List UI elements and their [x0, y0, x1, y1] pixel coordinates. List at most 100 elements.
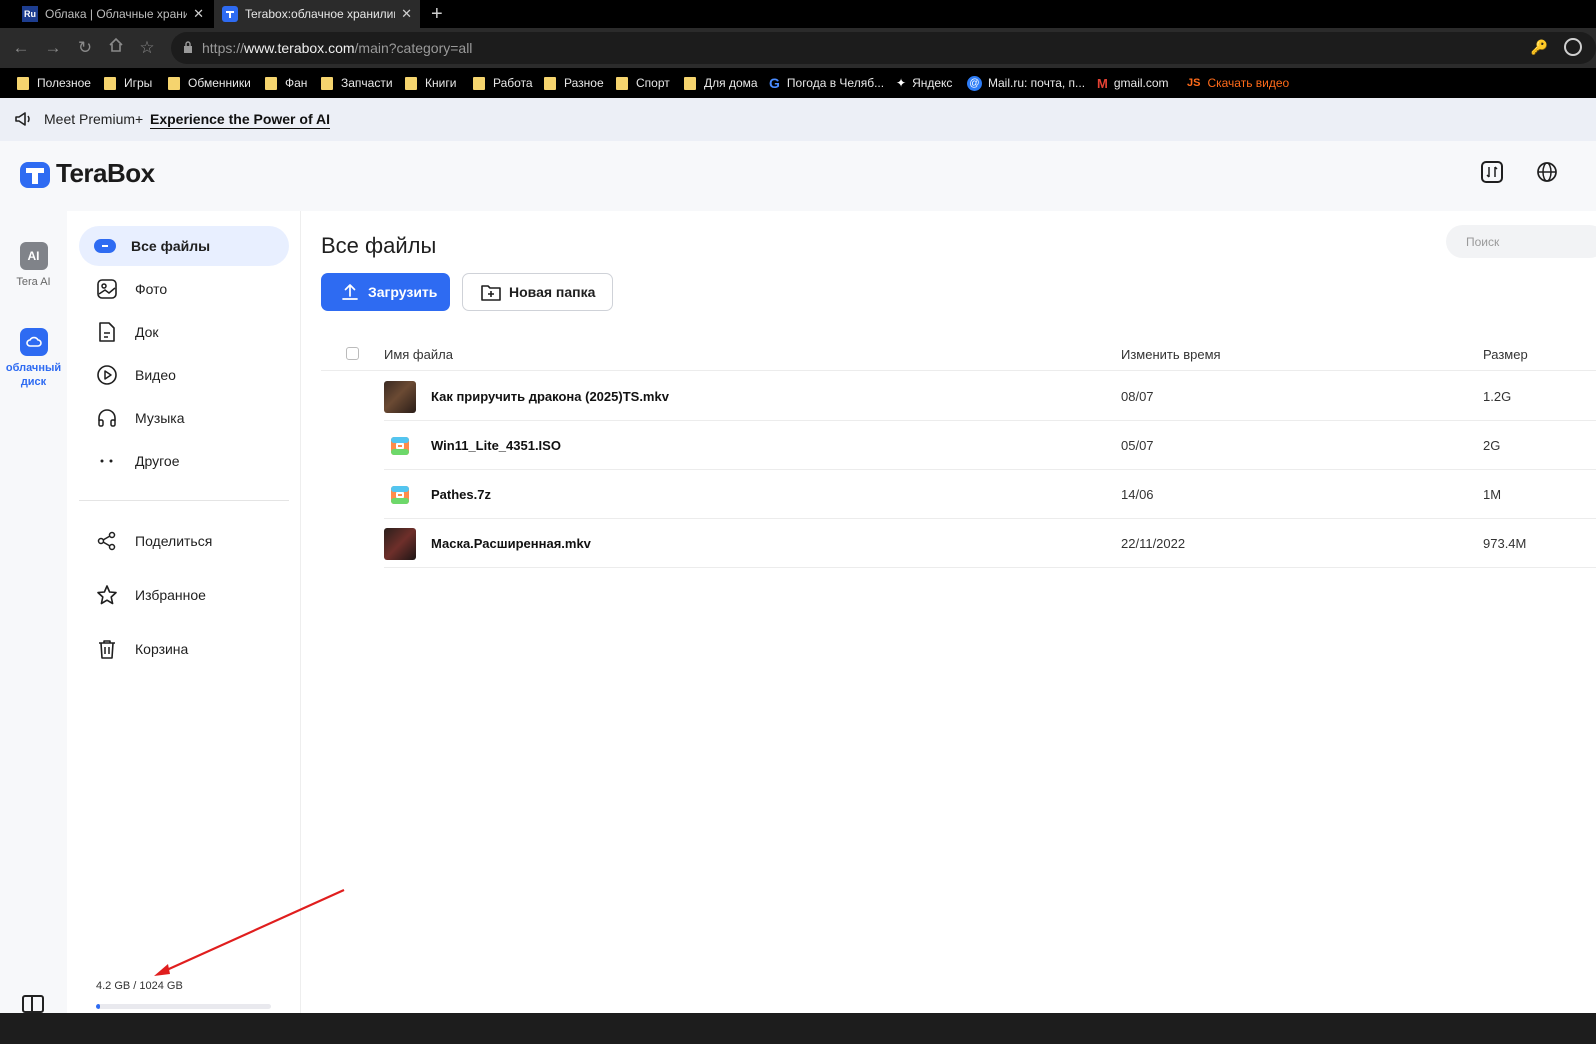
bookmark-gmail[interactable]: Mgmail.com	[1097, 74, 1169, 92]
folder-icon	[684, 76, 696, 90]
password-key-icon[interactable]: 🔑	[1531, 39, 1548, 56]
new-folder-icon	[481, 285, 501, 301]
sidebar-divider	[79, 500, 289, 501]
upload-button[interactable]: Загрузить	[321, 273, 450, 311]
lock-icon	[184, 41, 192, 53]
headphones-icon	[96, 407, 118, 429]
folder-icon	[17, 76, 29, 90]
bookmark-folder[interactable]: Для дома	[684, 74, 758, 92]
reload-icon[interactable]: ↻	[74, 37, 96, 59]
folder-icon	[616, 76, 628, 90]
megaphone-icon	[15, 112, 30, 126]
sidebar-item-photo[interactable]: Фото	[79, 269, 289, 309]
file-time: 05/07	[1121, 438, 1154, 453]
sidebar-toggle-icon[interactable]	[22, 995, 44, 1013]
rail-cloud-disk[interactable]: облачный диск	[0, 328, 67, 389]
search-input[interactable]: Поиск	[1446, 225, 1596, 258]
cloud-icon	[19, 328, 48, 356]
table-row[interactable]: Pathes.7z 14/06 1M	[384, 470, 1596, 519]
bookmark-star-icon[interactable]: ☆	[136, 37, 158, 59]
sidebar-item-label: Поделиться	[135, 533, 213, 549]
sidebar-item-favorites[interactable]: Избранное	[79, 575, 289, 615]
file-name[interactable]: Win11_Lite_4351.ISO	[431, 438, 561, 453]
other-dots-icon	[96, 450, 118, 472]
storage-progress-bar	[96, 1004, 271, 1009]
sidebar-item-doc[interactable]: Док	[79, 312, 289, 352]
folder-icon	[405, 76, 417, 90]
bookmark-folder[interactable]: Книги	[405, 74, 456, 92]
column-time[interactable]: Изменить время	[1121, 347, 1221, 362]
ru-favicon-icon: Ru	[22, 6, 38, 22]
video-thumbnail	[384, 528, 416, 560]
sidebar-item-music[interactable]: Музыка	[79, 398, 289, 438]
bookmark-weather[interactable]: G Погода в Челяб...	[769, 74, 884, 92]
browser-tab-clouds[interactable]: Ru Облака | Облачные хранилища ✕	[14, 0, 212, 28]
file-time: 14/06	[1121, 487, 1154, 502]
column-size[interactable]: Размер	[1483, 347, 1528, 362]
rail-label: облачный диск	[5, 362, 62, 388]
forward-arrow-icon[interactable]: →	[42, 37, 64, 59]
sidebar-item-video[interactable]: Видео	[79, 355, 289, 395]
select-all-checkbox[interactable]	[346, 347, 359, 360]
new-tab-icon[interactable]: +	[431, 2, 443, 26]
sidebar-item-label: Док	[135, 324, 159, 340]
rail-tera-ai[interactable]: AI Tera AI	[0, 242, 67, 288]
bookmark-folder[interactable]: Спорт	[616, 74, 670, 92]
taskbar	[0, 1013, 1596, 1044]
upload-icon	[342, 284, 358, 300]
table-row[interactable]: Как приручить дракона (2025)TS.mkv 08/07…	[384, 372, 1596, 421]
table-row[interactable]: Win11_Lite_4351.ISO 05/07 2G	[384, 421, 1596, 470]
table-row[interactable]: Маска.Расширенная.mkv 22/11/2022 973.4M	[384, 519, 1596, 568]
browser-tab-terabox[interactable]: Terabox:облачное хранилище ✕	[214, 0, 420, 28]
folder-icon	[265, 76, 277, 90]
profile-icon[interactable]	[1564, 38, 1582, 56]
sidebar-item-trash[interactable]: Корзина	[79, 629, 289, 669]
sidebar-item-label: Видео	[135, 367, 176, 383]
photo-icon	[96, 278, 118, 300]
globe-language-icon[interactable]	[1536, 161, 1560, 188]
bookmark-yandex[interactable]: ✦ Яндекс	[896, 74, 952, 92]
app-header: TeraBox	[0, 141, 1596, 211]
file-name[interactable]: Как приручить дракона (2025)TS.mkv	[431, 389, 669, 404]
terabox-logo-icon	[20, 161, 50, 188]
terabox-logo[interactable]: TeraBox	[20, 158, 155, 189]
bookmark-folder[interactable]: Полезное	[17, 74, 91, 92]
file-name[interactable]: Маска.Расширенная.mkv	[431, 536, 591, 551]
bookmark-mailru[interactable]: @ Mail.ru: почта, п...	[967, 74, 1085, 92]
main-content: Все файлы Поиск Загрузить Новая папка Им…	[301, 211, 1596, 1013]
star-icon	[96, 584, 118, 606]
annotation-arrow	[154, 888, 345, 976]
tab-title: Облака | Облачные хранилища	[45, 7, 188, 21]
transfer-icon[interactable]	[1481, 161, 1503, 183]
sidebar-item-other[interactable]: Другое	[79, 441, 289, 481]
share-icon	[96, 530, 118, 552]
file-name[interactable]: Pathes.7z	[431, 487, 491, 502]
file-size: 1M	[1483, 487, 1502, 502]
back-arrow-icon[interactable]: ←	[10, 37, 32, 59]
home-icon[interactable]	[105, 37, 127, 59]
close-tab-icon[interactable]: ✕	[401, 6, 412, 22]
bookmark-folder[interactable]: Работа	[473, 74, 533, 92]
sidebar-item-share[interactable]: Поделиться	[79, 521, 289, 561]
bookmark-folder[interactable]: Обменники	[168, 74, 251, 92]
sidebar-item-label: Избранное	[135, 587, 206, 603]
page-title: Все файлы	[321, 233, 437, 258]
column-name[interactable]: Имя файла	[384, 347, 453, 362]
all-files-icon	[94, 235, 116, 257]
bookmark-folder[interactable]: Запчасти	[321, 74, 393, 92]
sidebar-item-all-files[interactable]: Все файлы	[79, 226, 289, 266]
yandex-star-icon: ✦	[896, 76, 907, 90]
new-folder-button[interactable]: Новая папка	[462, 273, 613, 311]
left-rail: AI Tera AI облачный диск	[0, 211, 67, 1013]
storage-progress-fill	[96, 1004, 100, 1009]
address-bar[interactable]: https://www.terabox.com/main?category=al…	[171, 32, 1596, 64]
bookmark-download-video[interactable]: JS Скачать видео	[1187, 74, 1289, 92]
video-thumbnail	[384, 381, 416, 413]
close-tab-icon[interactable]: ✕	[193, 6, 204, 22]
promo-link[interactable]: Experience the Power of AI	[150, 111, 330, 129]
sidebar-item-label: Все файлы	[131, 238, 211, 254]
bookmark-folder[interactable]: Игры	[104, 74, 152, 92]
folder-icon	[473, 76, 485, 90]
bookmark-folder[interactable]: Фан	[265, 74, 307, 92]
bookmark-folder[interactable]: Разное	[544, 74, 604, 92]
